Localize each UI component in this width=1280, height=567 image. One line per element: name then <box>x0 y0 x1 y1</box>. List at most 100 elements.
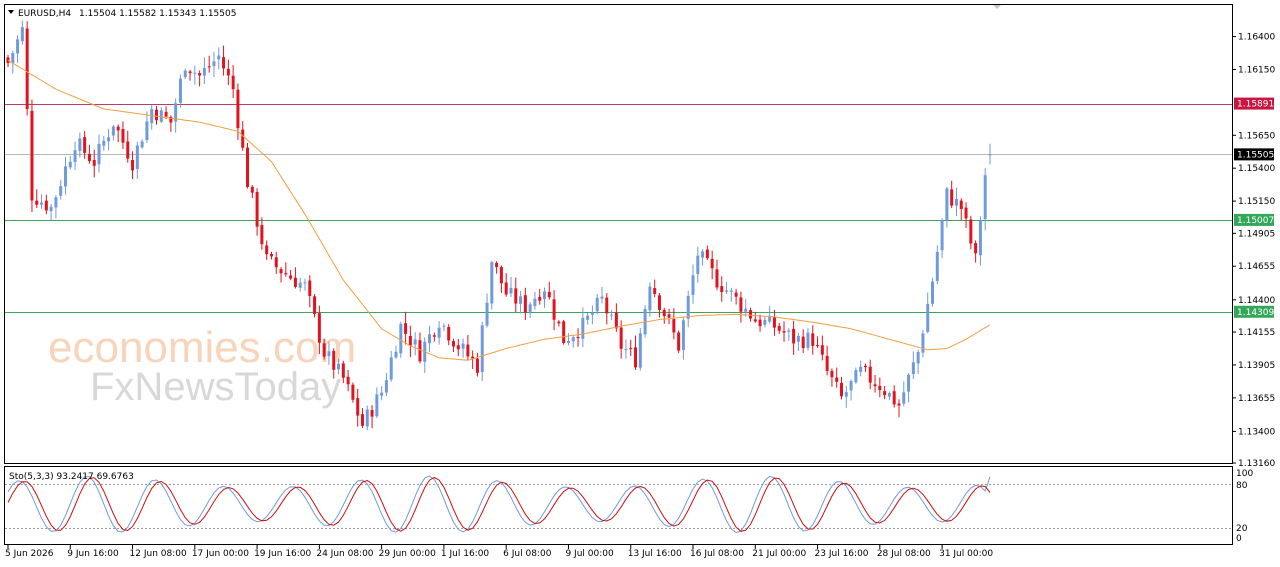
time-axis-label: 13 Jul 16:00 <box>628 549 682 559</box>
candle-bull <box>600 296 604 299</box>
candle-bull <box>533 298 537 306</box>
chart-symbol-label: EURUSD,H4 <box>18 9 71 19</box>
candle-bear <box>523 295 527 313</box>
price-axis-label: 1.15150 <box>1238 197 1275 207</box>
candle-bull <box>787 330 791 332</box>
price-axis-label: 1.14155 <box>1238 328 1275 338</box>
candle-bear <box>835 377 839 382</box>
candle-bull <box>931 281 935 304</box>
candle-bear <box>950 189 954 206</box>
candle-bear <box>892 391 896 405</box>
candle-bear <box>466 344 470 357</box>
eurusd-chart[interactable]: economies.com FxNewsToday 1.16400 1.16150… <box>0 0 1280 567</box>
candle-bull <box>696 255 700 274</box>
candle-bear <box>188 71 192 74</box>
candle-bull <box>854 370 858 383</box>
candle-bull <box>902 392 906 404</box>
candle-bear <box>121 128 125 143</box>
candle-bull <box>375 394 379 417</box>
candle-bear <box>83 137 87 153</box>
candle-bull <box>389 357 393 380</box>
candle-bull <box>428 334 432 344</box>
candle-bull <box>859 366 863 372</box>
candle-bear <box>308 280 312 296</box>
candle-bull <box>945 188 949 220</box>
candle-bear <box>92 159 96 166</box>
candle-bear <box>576 336 580 339</box>
candle-bull <box>528 304 532 312</box>
candle-bear <box>777 325 781 331</box>
stoch-axis-80: 80 <box>1236 481 1248 491</box>
candle-bull <box>54 197 58 208</box>
candle-bear <box>269 253 273 257</box>
watermark-brand-secondary: FxNewsToday <box>90 365 341 409</box>
candle-bear <box>897 403 901 406</box>
candle-bear <box>825 355 829 371</box>
candle-bear <box>739 297 743 312</box>
candle-bull <box>327 351 331 357</box>
candle-bear <box>222 57 226 69</box>
candle-bear <box>346 376 350 385</box>
candle-bear <box>557 321 561 324</box>
candle-bull <box>59 186 63 196</box>
candle-bear <box>432 335 436 337</box>
candle-bear <box>87 153 91 162</box>
candle-bear <box>236 89 240 129</box>
price-axis-label: 1.13160 <box>1238 459 1275 469</box>
candle-bear <box>250 186 254 193</box>
chart-background <box>0 0 1280 567</box>
candle-bear <box>734 292 738 297</box>
candle-bear <box>408 335 412 346</box>
candle-bull <box>63 166 67 187</box>
candle-bear <box>255 192 259 227</box>
candle-bear <box>883 391 887 396</box>
time-axis-label: 23 Jul 16:00 <box>815 549 869 559</box>
candle-bear <box>25 28 29 110</box>
candle-bear <box>495 262 499 268</box>
candle-bull <box>796 336 800 342</box>
candle-bull <box>73 150 77 163</box>
candle-bull <box>681 320 685 350</box>
candle-bull <box>111 126 115 136</box>
candle-bull <box>480 325 484 373</box>
candle-bear <box>878 385 882 391</box>
candle-bull <box>107 137 111 142</box>
time-axis-label: 6 Jul 08:00 <box>503 549 552 559</box>
candle-bear <box>677 332 681 351</box>
candle-bear <box>657 295 661 310</box>
candle-bear <box>662 309 666 317</box>
candle-bull <box>844 392 848 397</box>
time-axis-label: 9 Jul 00:00 <box>565 549 614 559</box>
candle-bear <box>820 345 824 355</box>
candle-bull <box>954 198 958 206</box>
candle-bull <box>586 315 590 320</box>
candle-bull <box>595 297 599 312</box>
candle-bull <box>442 325 446 327</box>
candle-bull <box>183 70 187 78</box>
candle-bull <box>624 349 628 351</box>
candle-bull <box>686 295 690 319</box>
time-axis-label: 19 Jun 16:00 <box>254 549 311 559</box>
candle-bull <box>140 141 144 148</box>
chart-ohlc-values: 1.15504 1.15582 1.15343 1.15505 <box>79 9 236 19</box>
candle-bear <box>475 358 479 373</box>
candle-bull <box>298 282 302 288</box>
candle-bear <box>863 365 867 368</box>
candle-bear <box>868 366 872 383</box>
candle-bear <box>231 75 235 90</box>
stochastic-label: Sto(5,3,3) 93.2417 69.6763 <box>9 472 134 482</box>
candle-bear <box>705 249 709 259</box>
candle-bull <box>935 251 939 281</box>
candle-bull <box>638 333 642 368</box>
time-axis-label: 1 Jul 16:00 <box>441 549 490 559</box>
candle-bull <box>887 393 891 397</box>
candle-bull <box>16 39 20 54</box>
candle-bear <box>451 341 455 347</box>
candle-bear <box>274 257 278 268</box>
candle-bull <box>701 251 705 258</box>
candle-bull <box>763 319 767 325</box>
price-axis-label: 1.14400 <box>1238 296 1275 306</box>
candle-bull <box>437 327 441 338</box>
candle-bear <box>840 382 844 397</box>
candle-bear <box>260 225 264 245</box>
